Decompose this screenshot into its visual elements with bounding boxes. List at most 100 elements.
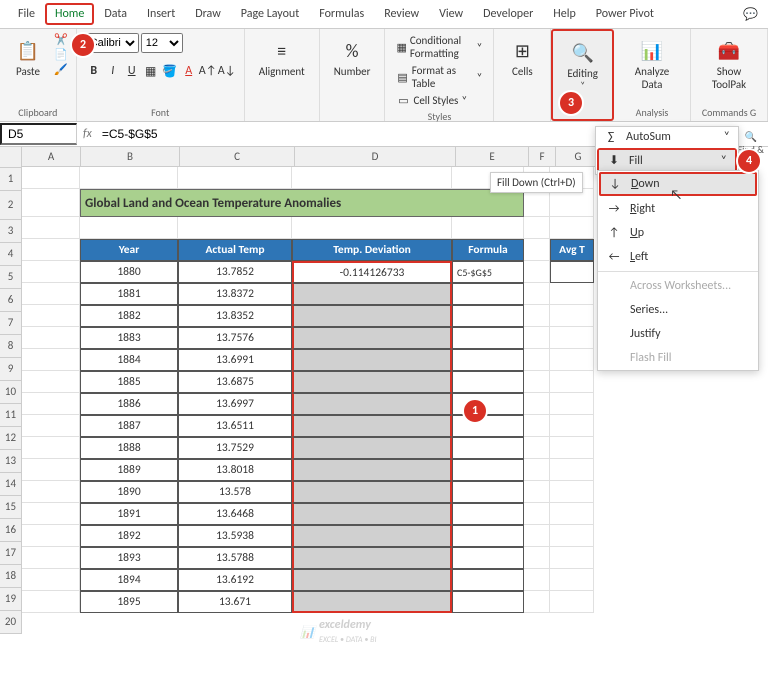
cell-avg[interactable] [550,481,594,503]
fill-justify-item[interactable]: Justify [598,322,758,346]
row-header[interactable]: 18 [0,565,22,588]
cell-deviation[interactable] [292,305,452,327]
format-as-table-button[interactable]: ▤Format as Table ˅ [393,63,485,91]
cell-formula[interactable] [452,305,524,327]
col-header[interactable]: A [22,147,81,167]
cell-actual-temp[interactable]: 13.7576 [178,327,292,349]
cell-deviation[interactable] [292,503,452,525]
cell-deviation[interactable] [292,415,452,437]
cell-actual-temp[interactable]: 13.6468 [178,503,292,525]
tab-data[interactable]: Data [94,3,137,25]
row-header[interactable]: 1 [0,168,22,191]
row-header[interactable]: 9 [0,358,22,381]
tab-review[interactable]: Review [374,3,429,25]
shrink-font-button[interactable]: A↓ [218,62,236,80]
grow-font-button[interactable]: A↑ [199,62,217,80]
row-header[interactable]: 10 [0,381,22,404]
row-header[interactable]: 7 [0,312,22,335]
row-header[interactable]: 3 [0,220,22,243]
col-header[interactable]: C [180,147,295,167]
cell-actual-temp[interactable]: 13.6997 [178,393,292,415]
cell-avg[interactable] [550,349,594,371]
cell-avg[interactable] [550,525,594,547]
cell-year[interactable]: 1889 [80,459,178,481]
cell-actual-temp[interactable]: 13.671 [178,591,292,613]
cell-year[interactable]: 1893 [80,547,178,569]
cell-year[interactable]: 1885 [80,371,178,393]
cell-avg[interactable] [550,283,594,305]
cell-actual-temp[interactable]: 13.6192 [178,569,292,591]
row-header[interactable]: 4 [0,243,22,266]
cell-actual-temp[interactable]: 13.8018 [178,459,292,481]
cell-styles-button[interactable]: ▭Cell Styles ˅ [393,93,485,108]
cell-avg[interactable] [550,393,594,415]
row-header[interactable]: 13 [0,450,22,473]
cell-deviation[interactable] [292,349,452,371]
autosum-item[interactable]: ∑AutoSum˅ [596,127,738,147]
tab-file[interactable]: File [8,3,45,25]
tab-page-layout[interactable]: Page Layout [231,3,309,25]
alignment-button[interactable]: ≡ Alignment [253,33,311,82]
cell-formula[interactable] [452,327,524,349]
tab-help[interactable]: Help [543,3,586,25]
fill-up-item[interactable]: ↑Up [598,221,758,245]
border-button[interactable]: ▦ [142,62,160,80]
cell-year[interactable]: 1892 [80,525,178,547]
copy-icon[interactable]: 📄 [54,48,68,61]
cell-avg[interactable] [550,437,594,459]
cell-formula[interactable] [452,415,524,437]
font-color-button[interactable]: A [180,62,198,80]
header-deviation[interactable]: Temp. Deviation [292,239,452,261]
cell-avg[interactable] [550,547,594,569]
row-header[interactable]: 20 [0,611,22,634]
cell-formula[interactable] [452,503,524,525]
cell-formula[interactable] [452,349,524,371]
font-size-select[interactable]: 12 [141,33,183,53]
cell-formula[interactable] [452,591,524,613]
cell-year[interactable]: 1882 [80,305,178,327]
fill-item[interactable]: ⬇Fill˅ [599,150,735,171]
cell-actual-temp[interactable]: 13.6875 [178,371,292,393]
cell-formula[interactable] [452,525,524,547]
col-header[interactable]: D [295,147,456,167]
cell-deviation[interactable] [292,481,452,503]
cell-formula[interactable] [452,569,524,591]
row-header[interactable]: 8 [0,335,22,358]
tab-formulas[interactable]: Formulas [309,3,374,25]
conditional-formatting-button[interactable]: ▦Conditional Formatting ˅ [393,33,485,61]
row-header[interactable]: 6 [0,289,22,312]
cell-formula[interactable] [452,459,524,481]
fill-series-item[interactable]: Series... [598,298,758,322]
cell-deviation[interactable] [292,371,452,393]
italic-button[interactable]: I [104,62,122,80]
header-year[interactable]: Year [80,239,178,261]
tab-draw[interactable]: Draw [185,3,231,25]
cell-actual-temp[interactable]: 13.5938 [178,525,292,547]
cell-formula[interactable] [452,547,524,569]
cell-avg[interactable] [550,371,594,393]
cell-actual-temp[interactable]: 13.6991 [178,349,292,371]
cell-year[interactable]: 1887 [80,415,178,437]
fill-color-button[interactable]: 🪣 [161,62,179,80]
cell-year[interactable]: 1880 [80,261,178,283]
number-button[interactable]: % Number [328,33,377,82]
cell-deviation[interactable] [292,525,452,547]
row-header[interactable]: 11 [0,404,22,427]
cell-deviation[interactable] [292,393,452,415]
tab-developer[interactable]: Developer [473,3,543,25]
row-header[interactable]: 15 [0,496,22,519]
cell-actual-temp[interactable]: 13.578 [178,481,292,503]
cell-deviation[interactable] [292,591,452,613]
cell-avg[interactable] [550,261,594,283]
row-header[interactable]: 16 [0,519,22,542]
fill-left-item[interactable]: ←Left [598,245,758,269]
cell-formula[interactable] [452,481,524,503]
header-formula[interactable]: Formula [452,239,524,261]
cell-deviation[interactable] [292,547,452,569]
cell-formula[interactable] [452,437,524,459]
cell-formula[interactable] [452,371,524,393]
cell-avg[interactable] [550,415,594,437]
cell-formula[interactable]: C5-$G$5 [452,261,524,283]
row-header[interactable]: 2 [0,191,22,220]
cell-year[interactable]: 1891 [80,503,178,525]
